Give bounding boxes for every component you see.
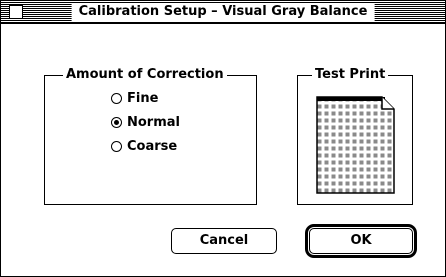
radio-fine-circle[interactable]: [111, 92, 122, 104]
amount-of-correction-legend: Amount of Correction: [63, 66, 227, 84]
amount-of-correction-group: Amount of Correction Fine Normal Coarse: [44, 66, 257, 205]
close-box[interactable]: [9, 5, 23, 19]
test-print-page-icon: [316, 96, 395, 194]
cancel-button[interactable]: Cancel: [171, 228, 277, 254]
calibration-dialog: Calibration Setup – Visual Gray Balance …: [0, 0, 446, 277]
radio-normal-circle[interactable]: [111, 116, 122, 128]
test-print-group: Test Print: [297, 66, 413, 205]
radio-fine[interactable]: Fine: [111, 90, 158, 106]
radio-coarse[interactable]: Coarse: [111, 138, 177, 154]
radio-coarse-circle[interactable]: [111, 140, 122, 152]
radio-normal[interactable]: Normal: [111, 114, 180, 130]
radio-normal-label: Normal: [127, 114, 180, 130]
ok-button[interactable]: OK: [309, 228, 413, 254]
title-bar[interactable]: Calibration Setup – Visual Gray Balance: [1, 1, 445, 24]
radio-fine-label: Fine: [127, 90, 159, 106]
radio-coarse-label: Coarse: [127, 138, 178, 154]
test-print-legend: Test Print: [312, 66, 389, 84]
dialog-title: Calibration Setup – Visual Gray Balance: [71, 3, 375, 21]
